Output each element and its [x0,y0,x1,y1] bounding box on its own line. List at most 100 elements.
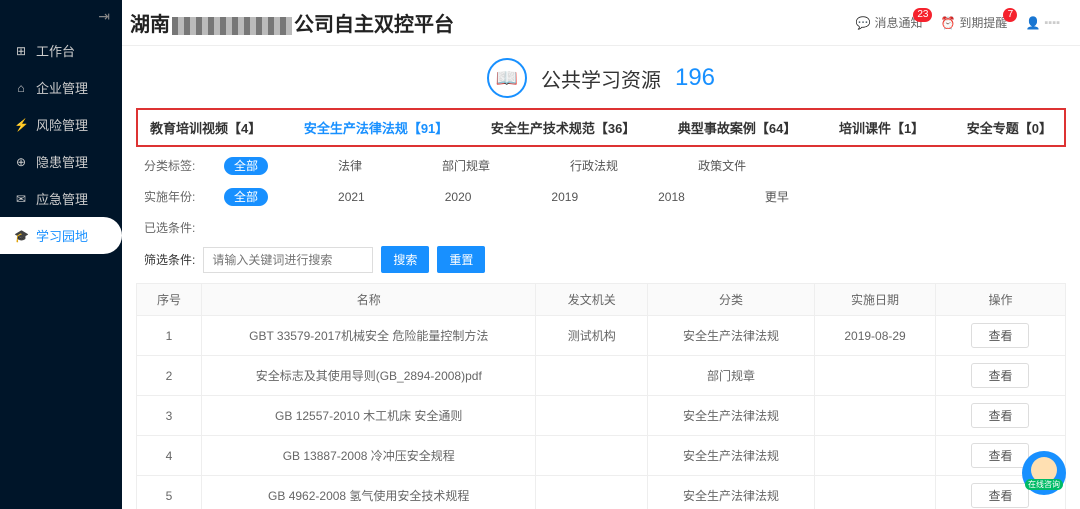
nav-icon: ⚡ [14,118,28,132]
sidebar-item-1[interactable]: ⌂企业管理 [0,69,122,106]
table-cell [815,436,936,476]
filter-search-label: 筛选条件: [144,251,195,268]
table-cell: 部门规章 [647,356,814,396]
table-header: 实施日期 [815,284,936,316]
nav-icon: ⊕ [14,155,28,169]
reminders-button[interactable]: ⏰ 到期提醒 7 [940,14,1007,31]
table-cell: 3 [137,396,202,436]
tab-3[interactable]: 典型事故案例【64】 [678,118,796,137]
years-tag-2[interactable]: 2020 [435,188,482,206]
filter-category-row: 分类标签: 全部 法律 部门规章 行政法规 政策文件 [136,147,1066,178]
support-label: 在线咨询 [1025,479,1063,490]
clock-icon: ⏰ [940,16,955,30]
main-content: 📖 公共学习资源 196 教育培训视频【4】 安全生产法律法规【91】 安全生产技术… [122,46,1080,509]
nav-label: 学习园地 [36,226,88,245]
chat-support-button[interactable]: 在线咨询 [1022,451,1066,495]
table-cell [815,356,936,396]
sidebar-item-0[interactable]: ⊞工作台 [0,32,122,69]
view-button[interactable]: 查看 [971,403,1029,428]
cats-tag-3[interactable]: 行政法规 [560,157,628,175]
table-cell: GB 12557-2010 木工机床 安全通则 [202,396,536,436]
table-cell: 安全标志及其使用导则(GB_2894-2008)pdf [202,356,536,396]
table-cell: 5 [137,476,202,509]
table-cell: GBT 33579-2017机械安全 危险能量控制方法 [202,316,536,356]
tab-0[interactable]: 教育培训视频【4】 [150,118,261,137]
table-cell: 4 [137,436,202,476]
table-cell: 1 [137,316,202,356]
table-row: 3GB 12557-2010 木工机床 安全通则 安全生产法律法规 查看 [137,396,1066,436]
table-cell: 安全生产法律法规 [647,436,814,476]
sidebar-item-2[interactable]: ⚡ 风险管理 [0,106,122,143]
table-header: 发文机关 [536,284,647,316]
table-row: 4GB 13887-2008 冷冲压安全规程安全生产法律法规查看 [137,436,1066,476]
table-cell [536,356,647,396]
search-input[interactable] [203,247,373,273]
table-header: 名称 [202,284,536,316]
nav-icon: ✉ [14,192,28,206]
results-table: 序号名称发文机关分类实施日期操作 1GBT 33579-2017机械安全 危险能… [136,283,1066,509]
sidebar-toggle[interactable]: ⇥ [0,0,122,32]
cats-tag-1[interactable]: 法律 [328,157,372,175]
table-cell [536,396,647,436]
years-tag-0[interactable]: 全部 [224,188,268,206]
nav-label: 应急管理 [36,189,88,208]
nav-label: 工作台 [36,41,75,60]
table-cell [536,476,647,509]
table-cell: 安全生产法律法规 [647,396,814,436]
user-menu[interactable]: 👤 ▪▪▪▪ [1025,16,1060,30]
years-tag-5[interactable]: 更早 [755,188,799,206]
view-button[interactable]: 查看 [971,323,1029,348]
tab-5[interactable]: 安全专题【0】 [967,118,1052,137]
table-cell: 安全生产法律法规 [647,316,814,356]
cats-tag-2[interactable]: 部门规章 [432,157,500,175]
reminders-label: 到期提醒 [959,14,1007,31]
page-banner: 📖 公共学习资源 196 [136,52,1066,108]
notifications-badge: 23 [913,8,932,22]
notifications-button[interactable]: 💬 消息通知 23 [856,14,923,31]
sidebar-item-5[interactable]: 🎓学习园地 [0,217,122,254]
tab-2[interactable]: 安全生产技术规范【36】 [491,118,635,137]
years-tag-1[interactable]: 2021 [328,188,375,206]
years-tag-3[interactable]: 2019 [541,188,588,206]
title-redacted [172,17,292,35]
sidebar-item-4[interactable]: ✉ 应急管理 [0,180,122,217]
table-header: 序号 [137,284,202,316]
view-button[interactable]: 查看 [971,443,1029,468]
reset-button[interactable]: 重置 [437,246,485,273]
filter-selected-row: 已选条件: [136,209,1066,240]
view-button[interactable]: 查看 [971,483,1029,508]
table-cell: 2 [137,356,202,396]
tab-1[interactable]: 安全生产法律法规【91】 [304,118,448,137]
years-tag-4[interactable]: 2018 [648,188,695,206]
filter-selected-label: 已选条件: [144,219,200,236]
sidebar-item-3[interactable]: ⊕ 隐患管理 [0,143,122,180]
chat-icon: 💬 [856,16,871,30]
table-cell: GB 4962-2008 氢气使用安全技术规程 [202,476,536,509]
top-bar: 湖南公司自主双控平台 💬 消息通知 23 ⏰ 到期提醒 7 👤 ▪▪▪▪ [0,0,1080,46]
cats-tag-0[interactable]: 全部 [224,157,268,175]
tab-4[interactable]: 培训课件【1】 [839,118,924,137]
table-cell: 2019-08-29 [815,316,936,356]
view-button[interactable]: 查看 [971,363,1029,388]
table-row: 2安全标志及其使用导则(GB_2894-2008)pdf 部门规章 查看 [137,356,1066,396]
table-cell: 测试机构 [536,316,647,356]
table-header: 操作 [935,284,1065,316]
nav-label: 风险管理 [36,115,88,134]
search-button[interactable]: 搜索 [381,246,429,273]
user-name: ▪▪▪▪ [1044,17,1060,29]
table-cell [536,436,647,476]
filter-category-label: 分类标签: [144,157,200,174]
book-icon: 📖 [487,58,527,98]
filter-search-row: 筛选条件: 搜索 重置 [136,240,1066,283]
banner-title: 公共学习资源 [541,64,661,93]
cats-tag-4[interactable]: 政策文件 [688,157,756,175]
table-cell: 安全生产法律法规 [647,476,814,509]
table-header: 分类 [647,284,814,316]
table-cell [815,396,936,436]
nav-icon: ⌂ [14,81,28,95]
nav-label: 隐患管理 [36,152,88,171]
filter-year-label: 实施年份: [144,188,200,205]
filter-year-row: 实施年份: 全部 2021 2020 2019 2018 更早 [136,178,1066,209]
reminders-badge: 7 [1003,8,1017,22]
app-title: 湖南公司自主双控平台 [130,8,454,37]
